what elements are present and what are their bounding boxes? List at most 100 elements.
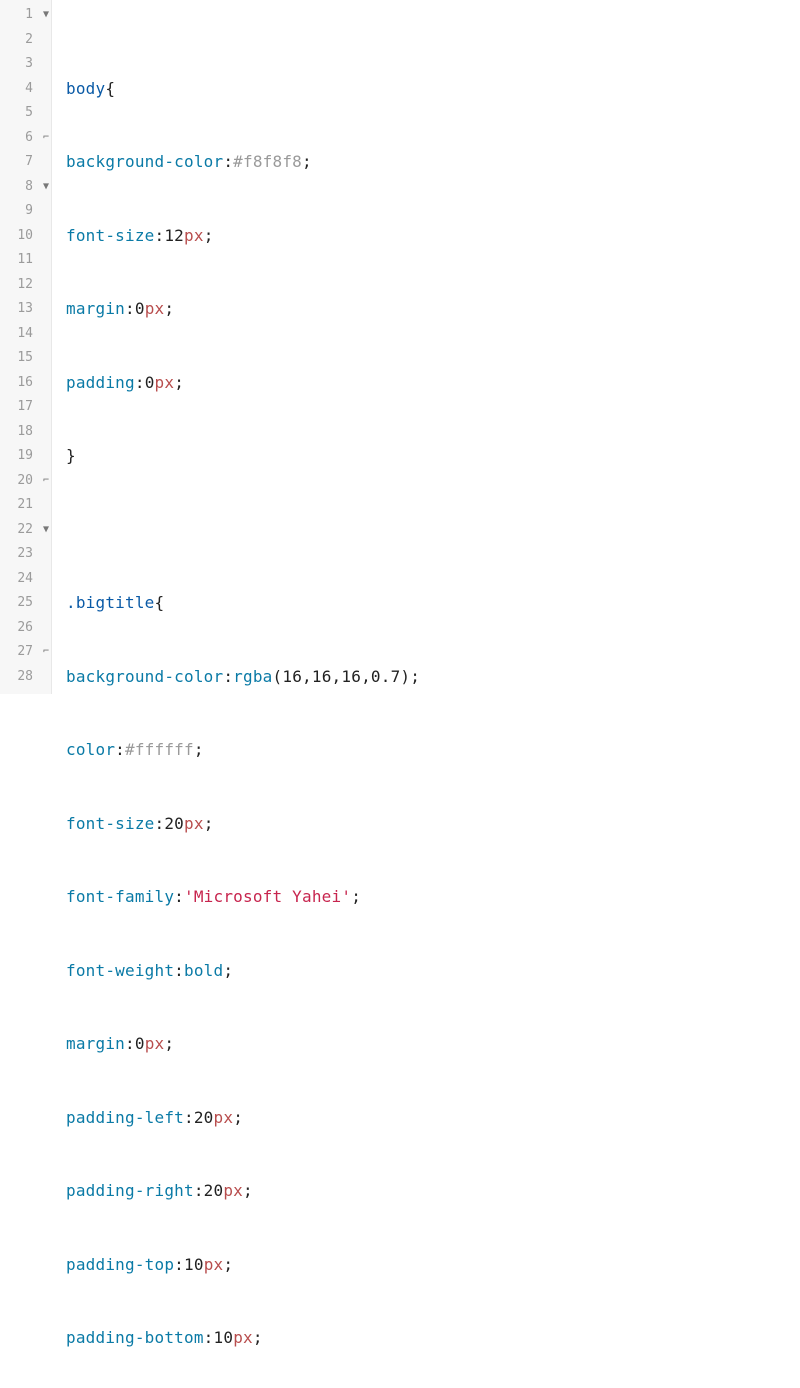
code-line[interactable]: padding:0px; — [66, 371, 800, 396]
property-token: font-size — [66, 224, 155, 249]
line-number: 7 — [25, 150, 47, 175]
gutter-line[interactable]: 27⌐ — [0, 640, 51, 665]
property-token: padding-top — [66, 1253, 174, 1278]
gutter-line[interactable]: 8▼ — [0, 175, 51, 200]
gutter-line[interactable]: 4 — [0, 77, 51, 102]
gutter-line[interactable]: 3 — [0, 52, 51, 77]
code-line[interactable]: padding-right:20px; — [66, 1179, 800, 1204]
function-token: rgba — [233, 665, 272, 690]
gutter-line[interactable]: 10 — [0, 224, 51, 249]
line-number: 24 — [17, 567, 47, 592]
code-line[interactable]: } — [66, 444, 800, 469]
line-number: 2 — [25, 28, 47, 53]
brace-token: { — [105, 77, 115, 102]
hex-token: #f8f8f8 — [233, 150, 302, 175]
gutter-line[interactable]: 15 — [0, 346, 51, 371]
property-token: padding — [66, 371, 135, 396]
string-token: 'Microsoft Yahei' — [184, 885, 351, 910]
gutter-line[interactable]: 24 — [0, 567, 51, 592]
gutter-line[interactable]: 26 — [0, 616, 51, 641]
keyword-token: bold — [184, 959, 223, 984]
gutter-line[interactable]: 11 — [0, 248, 51, 273]
line-number: 14 — [17, 322, 47, 347]
line-number: 18 — [17, 420, 47, 445]
gutter-line[interactable]: 7 — [0, 150, 51, 175]
property-token: font-size — [66, 812, 155, 837]
code-line[interactable]: margin:0px; — [66, 1032, 800, 1057]
selector-token: body — [66, 77, 105, 102]
code-line[interactable] — [66, 518, 800, 543]
line-number: 17 — [17, 395, 47, 420]
line-number: 3 — [25, 52, 47, 77]
fold-open-icon[interactable]: ▼ — [43, 525, 49, 535]
brace-token: } — [66, 444, 76, 469]
code-line[interactable]: padding-bottom:10px; — [66, 1326, 800, 1351]
gutter-line[interactable]: 9 — [0, 199, 51, 224]
fold-close-icon[interactable]: ⌐ — [43, 647, 49, 657]
gutter-line[interactable]: 16 — [0, 371, 51, 396]
code-line[interactable]: background-color:#f8f8f8; — [66, 150, 800, 175]
hex-token: #ffffff — [125, 738, 194, 763]
fold-open-icon[interactable]: ▼ — [43, 182, 49, 192]
code-area[interactable]: body{ background-color:#f8f8f8; font-siz… — [52, 0, 800, 694]
code-line[interactable]: padding-top:10px; — [66, 1253, 800, 1278]
gutter-line[interactable]: 1▼ — [0, 3, 51, 28]
gutter-line[interactable]: 28 — [0, 665, 51, 690]
gutter-line[interactable]: 12 — [0, 273, 51, 298]
property-token: font-weight — [66, 959, 174, 984]
code-line[interactable]: color:#ffffff; — [66, 738, 800, 763]
property-token: background-color — [66, 150, 223, 175]
property-token: padding-right — [66, 1179, 194, 1204]
line-number: 23 — [17, 542, 47, 567]
gutter-line[interactable]: 6⌐ — [0, 126, 51, 151]
gutter-line[interactable]: 13 — [0, 297, 51, 322]
code-line[interactable]: .bigtitle{ — [66, 591, 800, 616]
fold-close-icon[interactable]: ⌐ — [43, 133, 49, 143]
line-number-gutter: 1▼ 2 3 4 5 6⌐ 7 8▼ 9 10 11 12 13 14 15 1… — [0, 0, 52, 694]
code-line[interactable]: background-color:rgba(16,16,16,0.7); — [66, 665, 800, 690]
code-line[interactable]: font-size:20px; — [66, 812, 800, 837]
gutter-line[interactable]: 22▼ — [0, 518, 51, 543]
line-number: 26 — [17, 616, 47, 641]
gutter-line[interactable]: 20⌐ — [0, 469, 51, 494]
gutter-line[interactable]: 21 — [0, 493, 51, 518]
gutter-line[interactable]: 19 — [0, 444, 51, 469]
property-token: color — [66, 738, 115, 763]
gutter-line[interactable]: 25 — [0, 591, 51, 616]
code-editor: 1▼ 2 3 4 5 6⌐ 7 8▼ 9 10 11 12 13 14 15 1… — [0, 0, 800, 694]
line-number: 9 — [25, 199, 47, 224]
line-number: 19 — [17, 444, 47, 469]
fold-open-icon[interactable]: ▼ — [43, 10, 49, 20]
gutter-line[interactable]: 18 — [0, 420, 51, 445]
code-line[interactable]: body{ — [66, 77, 800, 102]
line-number: 16 — [17, 371, 47, 396]
fold-close-icon[interactable]: ⌐ — [43, 476, 49, 486]
property-token: font-family — [66, 885, 174, 910]
line-number: 15 — [17, 346, 47, 371]
property-token: margin — [66, 1032, 125, 1057]
line-number: 11 — [17, 248, 47, 273]
code-line[interactable]: font-size:12px; — [66, 224, 800, 249]
code-line[interactable]: font-family:'Microsoft Yahei'; — [66, 885, 800, 910]
line-number: 13 — [17, 297, 47, 322]
code-line[interactable]: margin:0px; — [66, 297, 800, 322]
gutter-line[interactable]: 2 — [0, 28, 51, 53]
property-token: background-color — [66, 665, 223, 690]
code-line[interactable]: font-weight:bold; — [66, 959, 800, 984]
line-number: 10 — [17, 224, 47, 249]
gutter-line[interactable]: 17 — [0, 395, 51, 420]
line-number: 12 — [17, 273, 47, 298]
line-number: 5 — [25, 101, 47, 126]
line-number: 28 — [17, 665, 47, 690]
code-line[interactable]: padding-left:20px; — [66, 1106, 800, 1131]
gutter-line[interactable]: 23 — [0, 542, 51, 567]
line-number: 25 — [17, 591, 47, 616]
gutter-line[interactable]: 14 — [0, 322, 51, 347]
property-token: padding-bottom — [66, 1326, 204, 1351]
gutter-line[interactable]: 5 — [0, 101, 51, 126]
brace-token: { — [155, 591, 165, 616]
property-token: padding-left — [66, 1106, 184, 1131]
selector-token: .bigtitle — [66, 591, 155, 616]
property-token: margin — [66, 297, 125, 322]
line-number: 21 — [17, 493, 47, 518]
